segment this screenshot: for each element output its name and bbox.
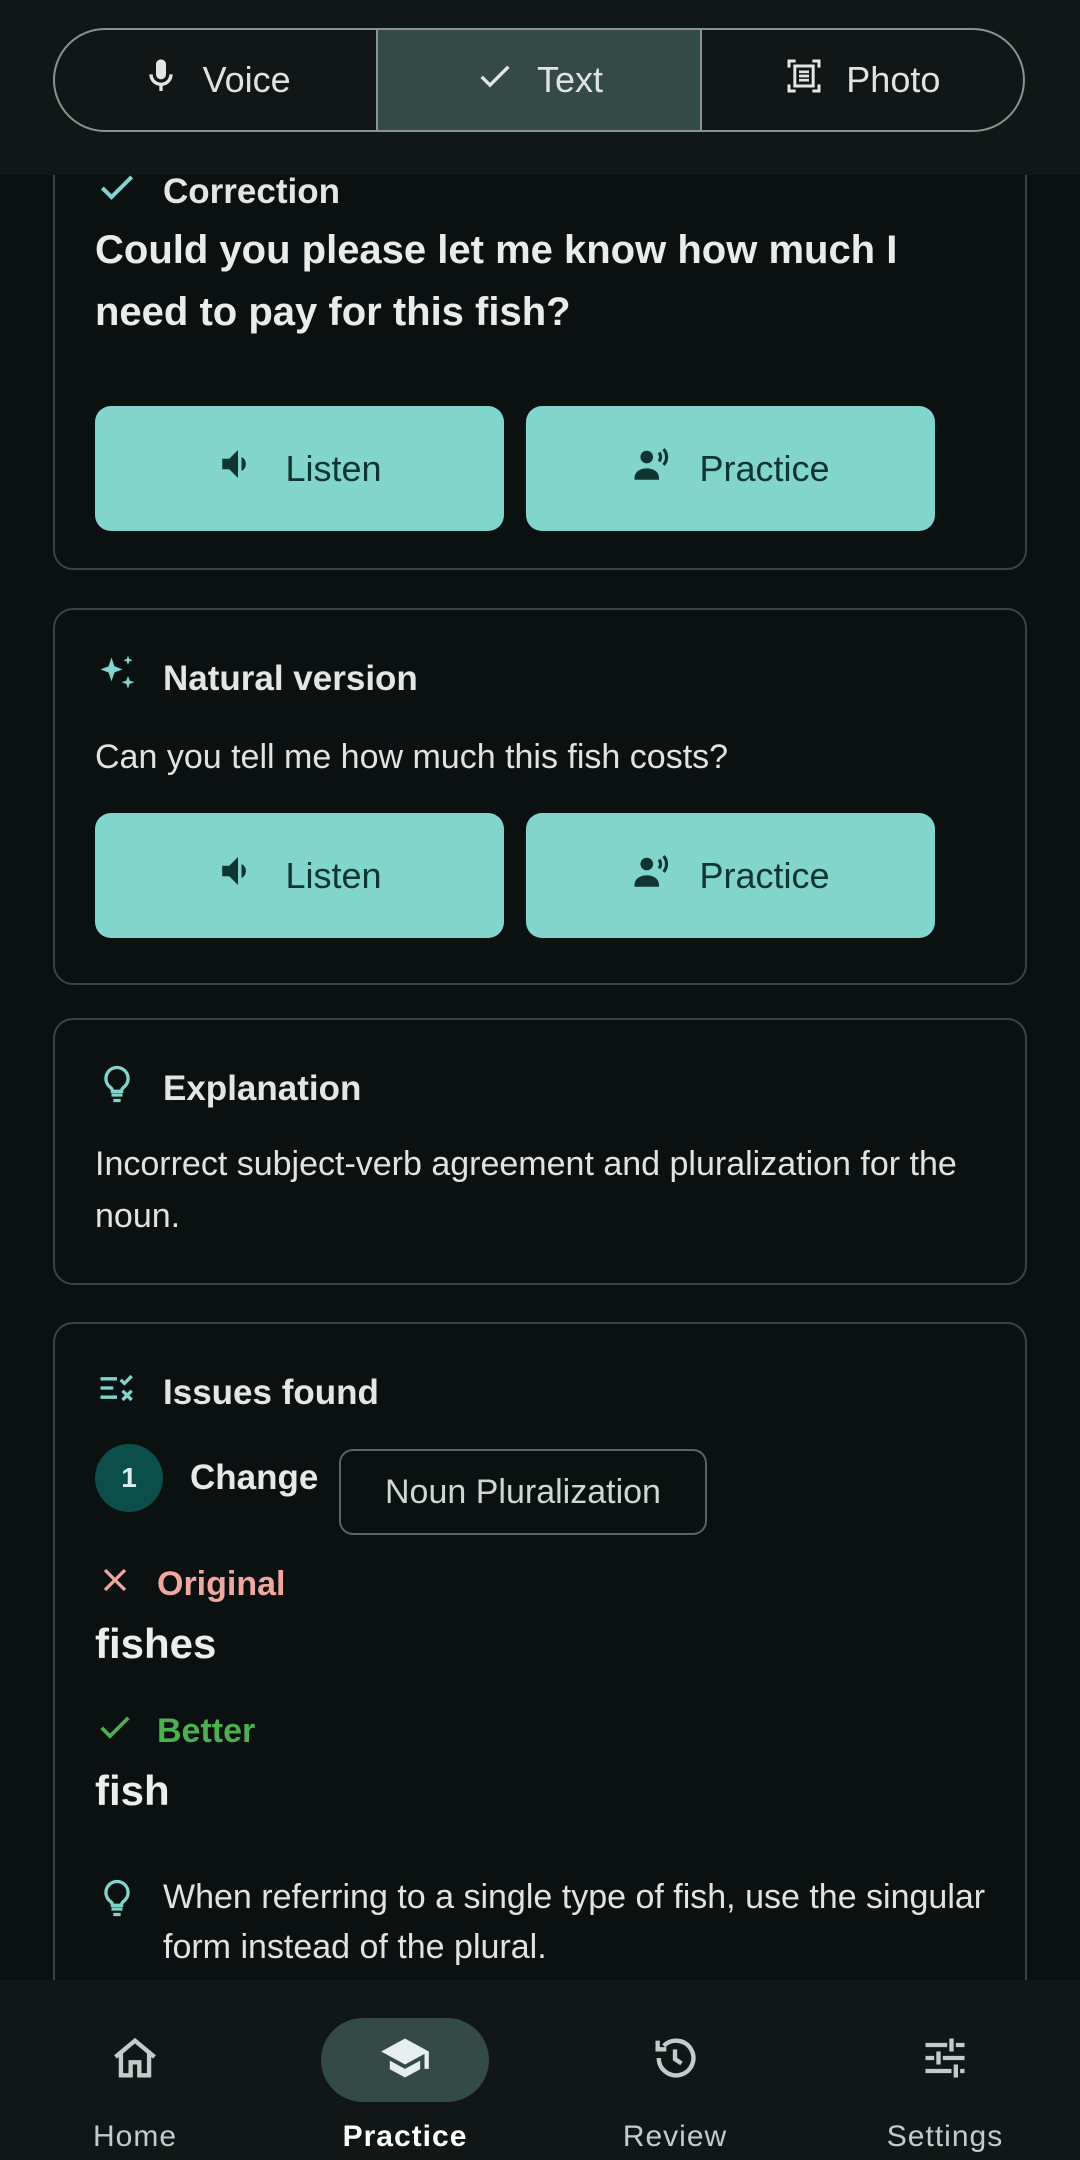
better-label: Better <box>157 1712 256 1750</box>
document-scan-icon <box>784 56 824 105</box>
speaker-icon <box>217 443 259 494</box>
better-word: fish <box>95 1767 170 1814</box>
explanation-card: Explanation Incorrect subject-verb agree… <box>53 1018 1027 1285</box>
home-icon <box>109 2032 161 2089</box>
correction-header: Correction <box>95 175 340 218</box>
issue-category-chip: Noun Pluralization <box>339 1449 707 1535</box>
better-row: Better <box>95 1707 255 1756</box>
listen-label: Listen <box>285 854 382 896</box>
nav-review-label: Review <box>622 2120 728 2153</box>
issues-card: Issues found 1 Change Noun Pluralization… <box>53 1322 1027 1980</box>
practice-label: Practice <box>699 447 830 489</box>
close-icon <box>95 1560 135 1609</box>
sparkles-icon <box>95 652 139 705</box>
tune-sliders-icon <box>919 2032 971 2089</box>
nav-review-pill <box>591 2018 759 2102</box>
correction-card: Correction Could you please let me know … <box>53 175 1027 570</box>
mode-text-label: Text <box>536 59 603 100</box>
natural-listen-button[interactable]: Listen <box>95 813 504 938</box>
lightbulb-icon <box>95 1062 139 1115</box>
explanation-title: Explanation <box>163 1068 362 1108</box>
nav-settings-label: Settings <box>886 2120 1004 2153</box>
listen-label: Listen <box>285 447 382 489</box>
natural-sentence: Can you tell me how much this fish costs… <box>95 738 729 776</box>
nav-home[interactable]: Home <box>0 1980 270 2160</box>
speaker-icon <box>217 850 259 901</box>
nav-settings-pill <box>861 2018 1029 2102</box>
mode-photo-label: Photo <box>846 59 941 100</box>
correction-practice-button[interactable]: Practice <box>526 406 935 531</box>
explanation-text: Incorrect subject-verb agreement and plu… <box>95 1145 957 1235</box>
issue-tip-text: When referring to a single type of fish,… <box>163 1878 986 1966</box>
checklist-x-icon <box>95 1366 139 1419</box>
nav-settings[interactable]: Settings <box>810 1980 1080 2160</box>
speaking-person-icon <box>631 850 673 901</box>
practice-label: Practice <box>699 854 830 896</box>
bottom-navigation: Home Practice Review Settings <box>0 1980 1080 2160</box>
top-bar: Voice Text Photo <box>0 0 1080 175</box>
graduation-cap-icon <box>379 2032 431 2089</box>
original-row: Original <box>95 1560 285 1609</box>
check-icon <box>95 175 139 218</box>
correction-listen-button[interactable]: Listen <box>95 406 504 531</box>
nav-practice[interactable]: Practice <box>270 1980 540 2160</box>
input-mode-selector: Voice Text Photo <box>53 28 1025 132</box>
nav-practice-pill <box>321 2018 489 2102</box>
mode-voice-label: Voice <box>202 59 291 100</box>
history-icon <box>649 2032 701 2089</box>
nav-home-pill <box>51 2018 219 2102</box>
check-icon <box>95 1707 135 1756</box>
original-word: fishes <box>95 1620 217 1667</box>
natural-version-card: Natural version Can you tell me how much… <box>53 608 1027 985</box>
explanation-header: Explanation <box>95 1062 361 1115</box>
correction-title: Correction <box>163 175 340 211</box>
speaking-person-icon <box>631 443 673 494</box>
natural-version-header: Natural version <box>95 652 418 705</box>
mode-voice-button[interactable]: Voice <box>55 30 376 130</box>
issue-tip: When referring to a single type of fish,… <box>95 1872 995 1972</box>
issue-type-label: Change <box>190 1458 319 1497</box>
lightbulb-icon <box>95 1872 139 1972</box>
issue-number-badge: 1 <box>95 1444 163 1512</box>
microphone-icon <box>141 56 181 105</box>
nav-home-label: Home <box>92 2120 178 2153</box>
mode-text-button[interactable]: Text <box>376 30 700 130</box>
original-label: Original <box>157 1565 286 1603</box>
mode-photo-button[interactable]: Photo <box>699 30 1023 130</box>
issues-header: Issues found <box>95 1366 379 1419</box>
nav-review[interactable]: Review <box>540 1980 810 2160</box>
issues-title: Issues found <box>163 1372 379 1412</box>
results-scroll-area[interactable]: Correction Could you please let me know … <box>0 175 1080 1980</box>
app-screen: Voice Text Photo Correction Could you pl… <box>0 0 1080 2160</box>
corrected-sentence: Could you please let me know how much I … <box>95 228 898 334</box>
check-icon <box>475 56 515 105</box>
natural-version-title: Natural version <box>163 658 418 698</box>
natural-practice-button[interactable]: Practice <box>526 813 935 938</box>
nav-practice-label: Practice <box>342 2120 468 2153</box>
